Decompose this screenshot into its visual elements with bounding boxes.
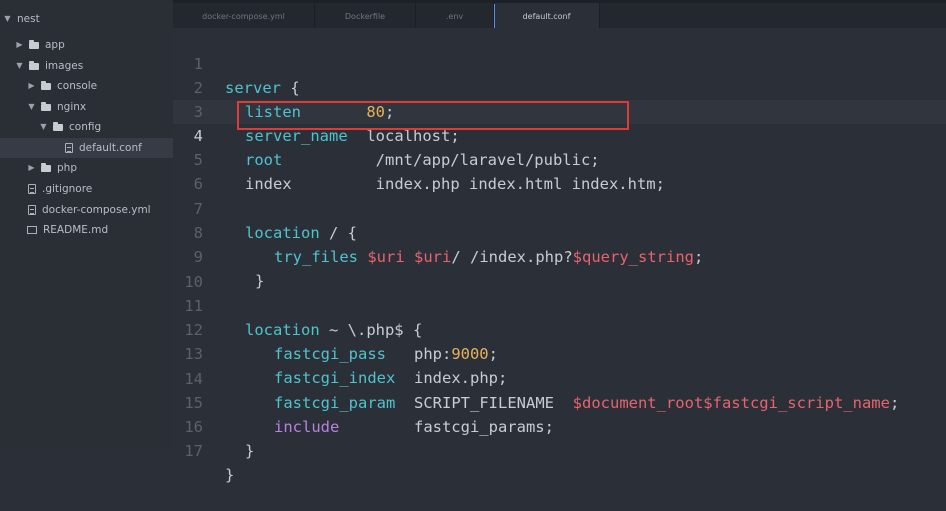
code-line: 3 server_name localhost; <box>173 76 946 145</box>
file-icon <box>28 184 36 194</box>
code-line: 2 listen 80; <box>173 52 946 121</box>
chevron-down-icon: ▼ <box>4 14 11 23</box>
code-line: 6 <box>173 148 946 193</box>
tree-label: app <box>45 39 65 51</box>
tree-folder-images[interactable]: ▼ images <box>15 56 83 76</box>
tab-label: Dockerfile <box>344 12 386 21</box>
code-text: } <box>225 463 234 487</box>
file-icon <box>28 205 36 215</box>
tree-folder-nest[interactable]: ▼ nest <box>3 9 40 29</box>
tree-label: default.conf <box>79 142 142 154</box>
tree-folder-config[interactable]: ▼ config <box>39 117 101 137</box>
tree-label: console <box>57 80 98 92</box>
tree-label: nest <box>17 13 40 25</box>
folder-icon <box>41 162 51 172</box>
chevron-right-icon: ▶ <box>28 163 35 172</box>
tree-file-default-conf[interactable]: default.conf <box>0 138 173 158</box>
folder-icon <box>53 121 63 131</box>
tree-label: docker-compose.yml <box>42 204 151 216</box>
file-icon <box>65 143 73 153</box>
code-line: 7 location / { <box>173 173 946 242</box>
tree-label: .gitignore <box>42 183 93 195</box>
tab-label: .env <box>445 12 464 21</box>
tree-file-docker-compose[interactable]: docker-compose.yml <box>28 200 151 220</box>
tree-folder-console[interactable]: ▶ console <box>27 76 97 96</box>
book-icon <box>27 226 37 234</box>
folder-icon <box>41 80 51 90</box>
code-line: 10 <box>173 246 946 291</box>
tree-label: README.md <box>43 224 109 236</box>
tab-docker-compose[interactable]: docker-compose.yml <box>173 0 315 28</box>
tab-env[interactable]: .env <box>416 0 494 28</box>
code-line: 11 location ~ \.php$ { <box>173 270 946 339</box>
token: } <box>245 442 255 460</box>
code-text: } <box>245 439 254 463</box>
tree-label: config <box>69 121 102 133</box>
chevron-right-icon: ▶ <box>28 81 35 90</box>
tab-default-conf[interactable]: default.conf <box>494 0 600 28</box>
chevron-down-icon: ▼ <box>16 61 23 70</box>
code-line: 8 try_files $uri $uri/ /index.php?$query… <box>173 197 946 266</box>
code-line: 9 } <box>173 221 946 290</box>
chevron-down-icon: ▼ <box>40 122 47 131</box>
highlight-annotation-box <box>237 101 629 130</box>
folder-icon <box>29 60 39 70</box>
token: } <box>225 466 235 484</box>
tree-folder-php[interactable]: ▶ php <box>27 158 77 178</box>
code-line: 1 server { <box>173 28 946 97</box>
tree-file-readme[interactable]: README.md <box>27 220 108 240</box>
window-top-edge <box>173 0 946 3</box>
code-line: 17 } <box>173 415 946 484</box>
code-line: 15 include fastcgi_params; <box>173 367 946 436</box>
code-line: 14 fastcgi_param SCRIPT_FILENAME $docume… <box>173 343 946 412</box>
tree-folder-app[interactable]: ▶ app <box>15 35 65 55</box>
file-tree-sidebar: ▼ nest ▶ app ▼ images ▶ console ▼ nginx … <box>0 0 173 449</box>
tree-folder-nginx[interactable]: ▼ nginx <box>27 97 86 117</box>
tab-label: default.conf <box>522 12 571 21</box>
code-editor[interactable]: 1 server { 2 listen 80; 3 server_name lo… <box>173 28 946 484</box>
tab-dockerfile[interactable]: Dockerfile <box>315 0 416 28</box>
code-line: 16 } <box>173 391 946 460</box>
tree-label: images <box>45 60 84 72</box>
tree-file-gitignore[interactable]: .gitignore <box>28 179 92 199</box>
code-line: 13 fastcgi_index index.php; <box>173 318 946 387</box>
code-line: 12 fastcgi_pass php:9000; <box>173 294 946 363</box>
tree-label: php <box>57 162 77 174</box>
chevron-down-icon: ▼ <box>28 102 35 111</box>
folder-icon <box>29 39 39 49</box>
tree-label: nginx <box>57 101 87 113</box>
tab-bar: docker-compose.yml Dockerfile .env defau… <box>173 0 946 28</box>
tab-label: docker-compose.yml <box>202 12 285 21</box>
line-number: 17 <box>184 442 203 460</box>
folder-icon <box>41 101 51 111</box>
chevron-right-icon: ▶ <box>16 40 23 49</box>
